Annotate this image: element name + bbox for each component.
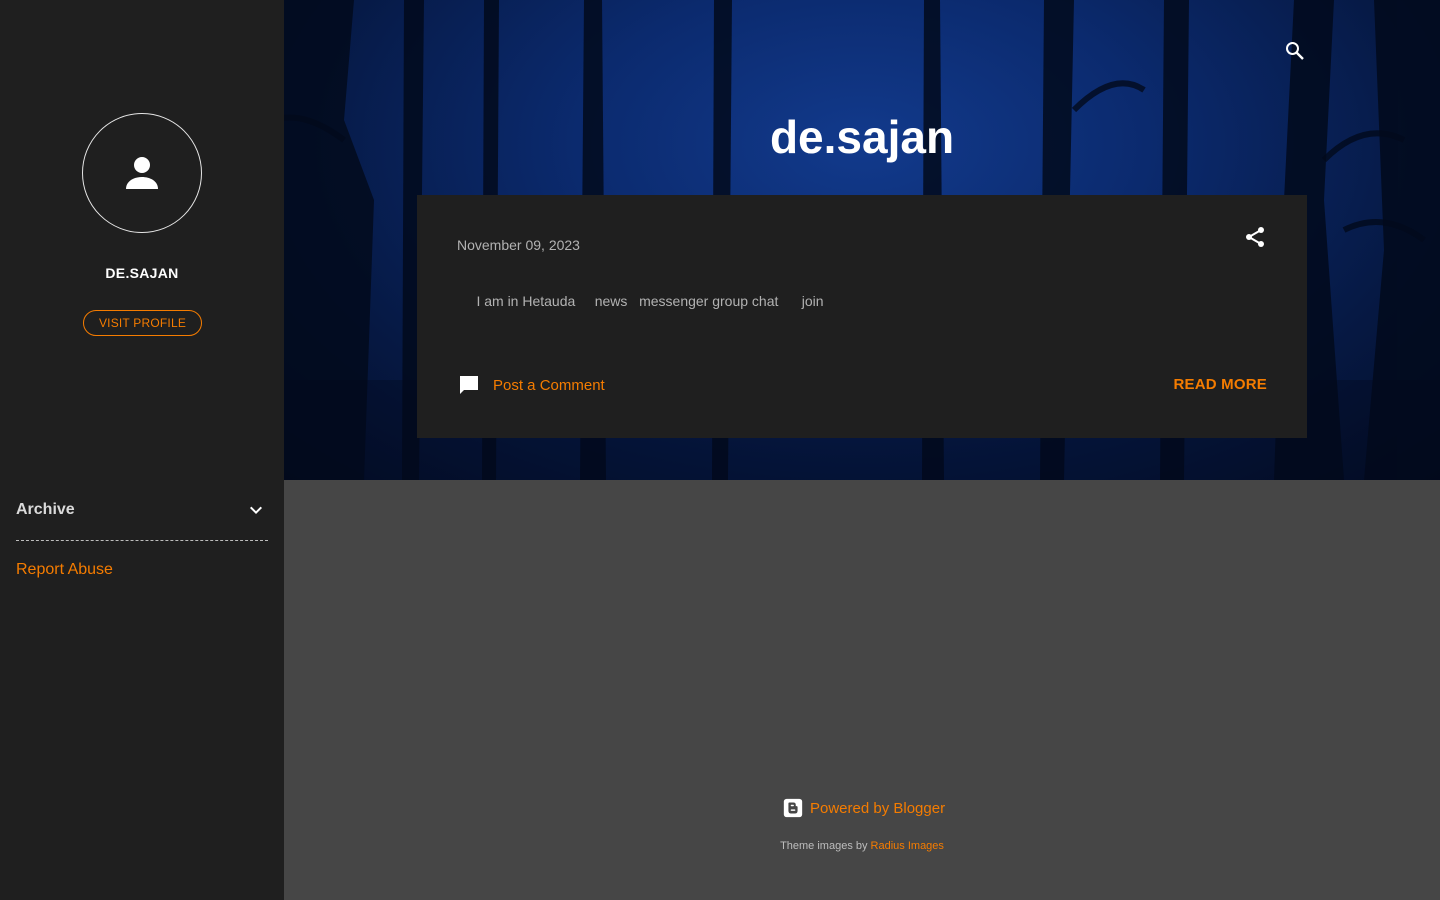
share-icon[interactable] — [1243, 225, 1267, 249]
post-card: November 09, 2023 ‌‌‌‌‌‌‌‌‌‌ ‌‌‌‌‌‌‌ ‌ ‌… — [417, 195, 1307, 438]
profile-name[interactable]: DE.SAJAN — [0, 265, 284, 281]
person-icon — [126, 157, 158, 189]
post-date[interactable]: November 09, 2023 — [457, 237, 580, 253]
post-comment-link[interactable]: Post a Comment — [457, 373, 605, 397]
avatar[interactable] — [82, 113, 202, 233]
blogger-icon — [783, 798, 803, 818]
report-abuse-link[interactable]: Report Abuse — [16, 561, 113, 579]
theme-credit-prefix: Theme images by — [780, 840, 871, 852]
archive-toggle[interactable]: Archive — [16, 500, 268, 520]
search-icon[interactable] — [1283, 39, 1307, 63]
radius-images-link[interactable]: Radius Images — [871, 840, 944, 852]
sidebar: DE.SAJAN VISIT PROFILE Archive Report Ab… — [0, 0, 284, 900]
theme-credit: Theme images by Radius Images — [284, 840, 1440, 852]
powered-by-label: Powered by Blogger — [810, 799, 946, 817]
archive-label: Archive — [16, 501, 75, 518]
visit-profile-button[interactable]: VISIT PROFILE — [83, 310, 202, 336]
powered-by-blogger[interactable]: Powered by Blogger — [782, 797, 945, 819]
blog-title[interactable]: de.sajan — [284, 110, 1440, 164]
post-snippet: ‌‌‌‌‌‌‌‌‌‌ ‌‌‌‌‌‌‌ ‌ ‌‌‌‌‌‌ ‌‌ I am in H… — [457, 293, 836, 309]
chevron-down-icon — [250, 506, 262, 514]
sidebar-divider — [16, 540, 268, 541]
post-comment-label: Post a Comment — [493, 376, 605, 394]
comment-icon — [460, 376, 478, 394]
read-more-link[interactable]: READ MORE — [1174, 376, 1267, 393]
